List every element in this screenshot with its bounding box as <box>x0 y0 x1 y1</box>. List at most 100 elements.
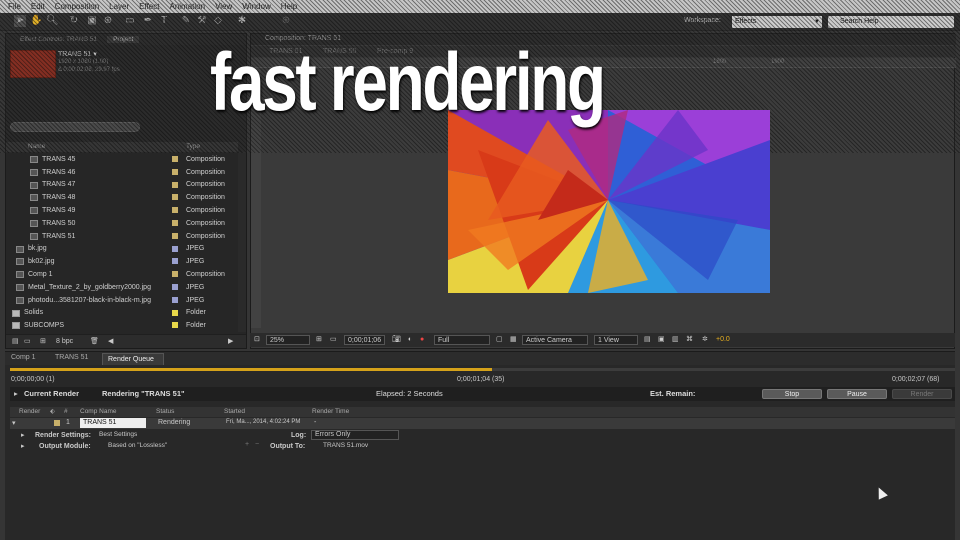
expand-arrow-icon[interactable]: ▸ <box>21 442 25 450</box>
trash-icon[interactable]: 🗑︎ <box>90 337 99 345</box>
project-item[interactable]: TRANS 51 Composition <box>6 230 238 243</box>
brush-tool-icon[interactable]: ✎ <box>180 15 192 27</box>
project-scrollbar[interactable] <box>238 152 246 332</box>
add-output-icon[interactable]: + <box>245 441 249 448</box>
menu-view[interactable]: View <box>215 2 232 11</box>
magnifier-icon[interactable]: ⊡ <box>254 335 260 345</box>
axis-mode-icon[interactable]: ⊕ <box>280 15 292 27</box>
toggle-pixel-aspect-icon[interactable]: ▤ <box>644 335 651 345</box>
type-column-header[interactable]: Type <box>186 143 200 150</box>
menu-window[interactable]: Window <box>242 2 270 11</box>
fast-previews-icon[interactable]: ▣ <box>658 335 665 345</box>
project-item[interactable]: TRANS 47 Composition <box>6 179 238 192</box>
pen-tool-icon[interactable]: ✒ <box>142 15 154 27</box>
project-item[interactable]: bk02.jpg JPEG <box>6 255 238 268</box>
label-tag-icon[interactable]: ⬖ <box>50 407 55 415</box>
label-color-swatch[interactable] <box>172 194 178 201</box>
project-item[interactable]: Comp 1 Composition <box>6 268 238 281</box>
current-time-display[interactable]: 0;00;01;06 <box>344 335 386 345</box>
snapshot-icon[interactable]: 📷︎ <box>392 335 401 345</box>
bit-depth-label[interactable]: 8 bpc <box>56 338 73 345</box>
search-help-input[interactable]: Search Help <box>828 16 954 28</box>
mask-visibility-icon[interactable]: ▭ <box>330 335 337 345</box>
project-item[interactable]: photodu...3581207-black-in-black-m.jpg JP… <box>6 294 238 307</box>
render-item-comp-name[interactable]: TRANS 51 <box>80 418 146 428</box>
label-color-swatch[interactable] <box>172 168 178 175</box>
log-select[interactable]: Errors Only <box>311 430 399 440</box>
flowchart-icon[interactable]: ⌘ <box>686 335 693 345</box>
output-module-value[interactable]: Based on "Lossless" <box>108 442 167 449</box>
region-of-interest-icon[interactable]: ▢ <box>496 335 503 345</box>
col-render[interactable]: Render <box>19 408 40 415</box>
expand-arrow-icon[interactable]: ▾ <box>12 419 16 427</box>
render-button[interactable]: Render <box>892 389 952 399</box>
camera-view-select[interactable]: Active Camera <box>522 335 588 345</box>
menu-layer[interactable]: Layer <box>109 2 129 11</box>
project-item[interactable]: TRANS 50 Composition <box>6 217 238 230</box>
safe-zones-icon[interactable]: ⊞ <box>316 335 322 345</box>
render-settings-value[interactable]: Best Settings <box>99 431 137 438</box>
tab-comp1[interactable]: Comp 1 <box>11 354 36 361</box>
interpret-footage-icon[interactable]: ▤ <box>12 337 19 345</box>
transparency-grid-icon[interactable]: ▦ <box>510 335 517 345</box>
render-item-row[interactable]: ▾ 1 TRANS 51 Rendering Fri, Ma..., 2014,… <box>10 418 955 429</box>
pan-behind-tool-icon[interactable]: ⊕ <box>102 15 114 27</box>
project-item[interactable]: SUBCOMPS Folder <box>6 319 238 332</box>
menu-effect[interactable]: Effect <box>139 2 159 11</box>
zoom-select[interactable]: 25% <box>266 335 310 345</box>
eraser-tool-icon[interactable]: ◇ <box>212 15 224 27</box>
project-item[interactable]: bk.jpg JPEG <box>6 243 238 256</box>
hand-tool-icon[interactable]: ✋ <box>30 15 42 27</box>
project-search-input[interactable] <box>10 122 140 132</box>
expand-arrow-icon[interactable]: ▸ <box>14 389 18 398</box>
scroll-right-icon[interactable]: ▶ <box>228 337 233 345</box>
channel-icon[interactable]: ● <box>420 335 424 345</box>
label-color-swatch[interactable] <box>172 220 178 226</box>
resolution-select[interactable]: Full <box>434 335 490 345</box>
menu-edit[interactable]: Edit <box>31 2 45 11</box>
label-color-swatch[interactable] <box>172 181 178 188</box>
label-color-swatch[interactable] <box>172 309 178 316</box>
project-item[interactable]: Solids Folder <box>6 307 238 320</box>
project-item[interactable]: TRANS 45 Composition <box>6 153 238 166</box>
mask-tool-icon[interactable]: ▭ <box>124 15 136 27</box>
col-status[interactable]: Status <box>156 408 174 415</box>
exposure-value[interactable]: +0.0 <box>716 335 730 345</box>
name-column-header[interactable]: Name <box>28 143 45 150</box>
output-to-value[interactable]: TRANS 51.mov <box>323 442 368 449</box>
label-color-swatch[interactable] <box>172 296 178 303</box>
camera-tool-icon[interactable]: ▣ <box>86 15 98 27</box>
tab-effect-controls[interactable]: Effect Controls: TRANS 51 <box>20 36 97 43</box>
selection-tool-icon[interactable]: ➤ <box>14 15 26 27</box>
puppet-tool-icon[interactable]: ✱ <box>236 15 248 27</box>
menu-file[interactable]: File <box>8 2 21 11</box>
col-comp-name[interactable]: Comp Name <box>80 408 116 415</box>
pause-button[interactable]: Pause <box>827 389 887 399</box>
project-item[interactable]: TRANS 46 Composition <box>6 166 238 179</box>
zoom-tool-icon[interactable]: 🔍︎ <box>46 15 59 27</box>
label-color-swatch[interactable] <box>172 156 178 162</box>
workspace-select[interactable]: Effects <box>732 16 822 28</box>
label-color-swatch[interactable] <box>172 322 178 329</box>
label-color-swatch[interactable] <box>172 232 178 239</box>
exposure-reset-icon[interactable]: ✲ <box>702 335 708 345</box>
remove-output-icon[interactable]: − <box>255 441 259 448</box>
show-snapshot-icon[interactable]: ◐ <box>408 335 412 345</box>
project-item[interactable]: TRANS 48 Composition <box>6 191 238 204</box>
rotate-tool-icon[interactable]: ↻ <box>68 15 80 27</box>
view-layout-select[interactable]: 1 View <box>594 335 638 345</box>
timeline-icon[interactable]: ▥ <box>672 335 679 345</box>
menu-composition[interactable]: Composition <box>55 2 99 11</box>
tab-project[interactable]: Project <box>107 36 140 43</box>
tab-render-queue[interactable]: Render Queue <box>102 353 164 365</box>
new-folder-icon[interactable]: ▭ <box>24 337 31 345</box>
label-color-swatch[interactable] <box>172 245 178 252</box>
new-comp-icon[interactable]: ⊞ <box>40 337 46 345</box>
clone-stamp-tool-icon[interactable]: ⚒ <box>196 15 208 27</box>
composition-viewer[interactable] <box>448 110 770 293</box>
label-color-swatch[interactable] <box>172 258 178 265</box>
col-number[interactable]: # <box>64 408 68 415</box>
col-render-time[interactable]: Render Time <box>312 408 349 415</box>
type-tool-icon[interactable]: T <box>158 15 170 27</box>
tab-trans51[interactable]: TRANS 51 <box>55 354 88 361</box>
